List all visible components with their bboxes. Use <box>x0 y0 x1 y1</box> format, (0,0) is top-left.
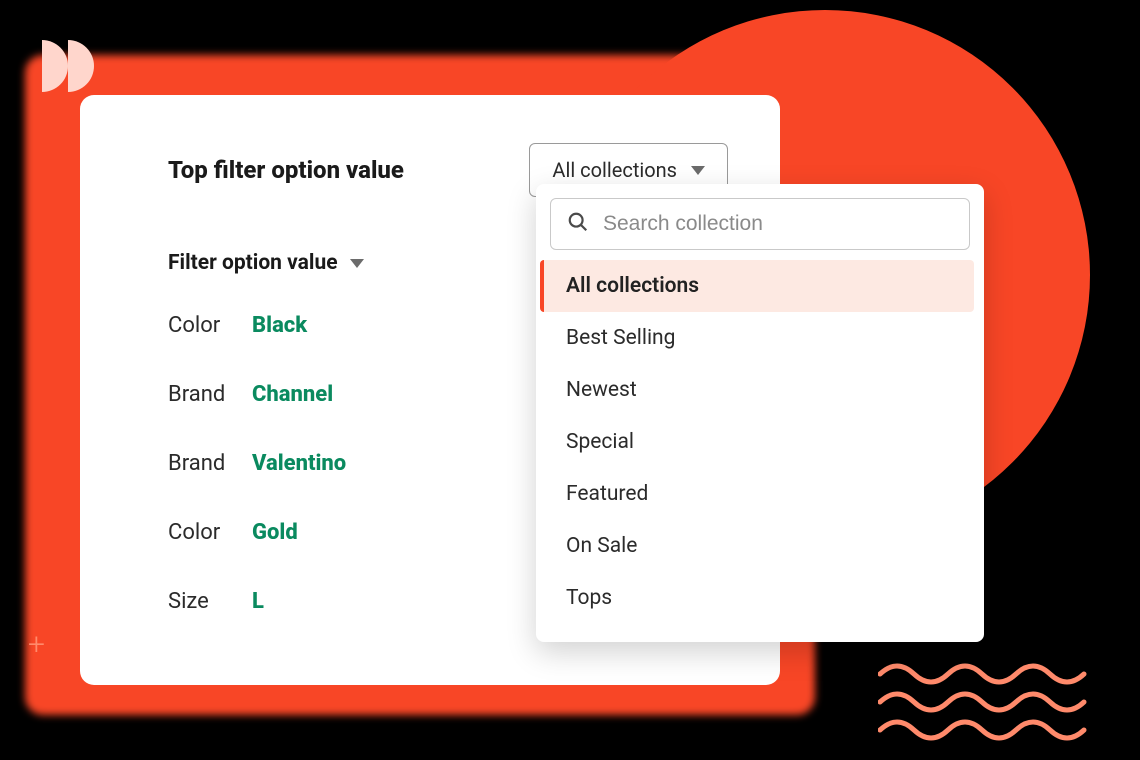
row-key: Brand <box>168 382 252 407</box>
caret-down-icon <box>691 166 705 175</box>
row-value: Valentino <box>252 451 346 476</box>
dropdown-item[interactable]: Tops <box>546 572 974 624</box>
row-value: Gold <box>252 520 298 545</box>
decorative-waves-icon <box>878 662 1088 742</box>
column-header-filter-option-value[interactable]: Filter option value <box>168 251 364 275</box>
dropdown-item[interactable]: Best Selling <box>546 312 974 364</box>
row-key: Color <box>168 313 252 338</box>
card-title: Top filter option value <box>168 156 404 184</box>
dropdown-item[interactable]: Newest <box>546 364 974 416</box>
row-key: Size <box>168 589 252 614</box>
collections-dropdown: All collectionsBest SellingNewestSpecial… <box>536 184 984 642</box>
decorative-semicircles-icon <box>42 40 94 92</box>
dropdown-item[interactable]: Special <box>546 416 974 468</box>
row-value: Black <box>252 313 307 338</box>
search-container[interactable] <box>550 198 970 250</box>
collections-select-label: All collections <box>552 158 677 182</box>
search-icon <box>567 211 589 237</box>
dropdown-item[interactable]: On Sale <box>546 520 974 572</box>
row-value: Channel <box>252 382 333 407</box>
caret-down-icon <box>350 259 364 268</box>
collections-menu: All collectionsBest SellingNewestSpecial… <box>546 260 974 624</box>
row-key: Brand <box>168 451 252 476</box>
row-key: Color <box>168 520 252 545</box>
column-header-label: Filter option value <box>168 251 338 275</box>
dropdown-item[interactable]: Featured <box>546 468 974 520</box>
dropdown-item[interactable]: All collections <box>540 260 974 312</box>
search-input[interactable] <box>603 212 953 236</box>
row-value: L <box>252 589 264 614</box>
decorative-plus-icon: + <box>28 627 45 662</box>
